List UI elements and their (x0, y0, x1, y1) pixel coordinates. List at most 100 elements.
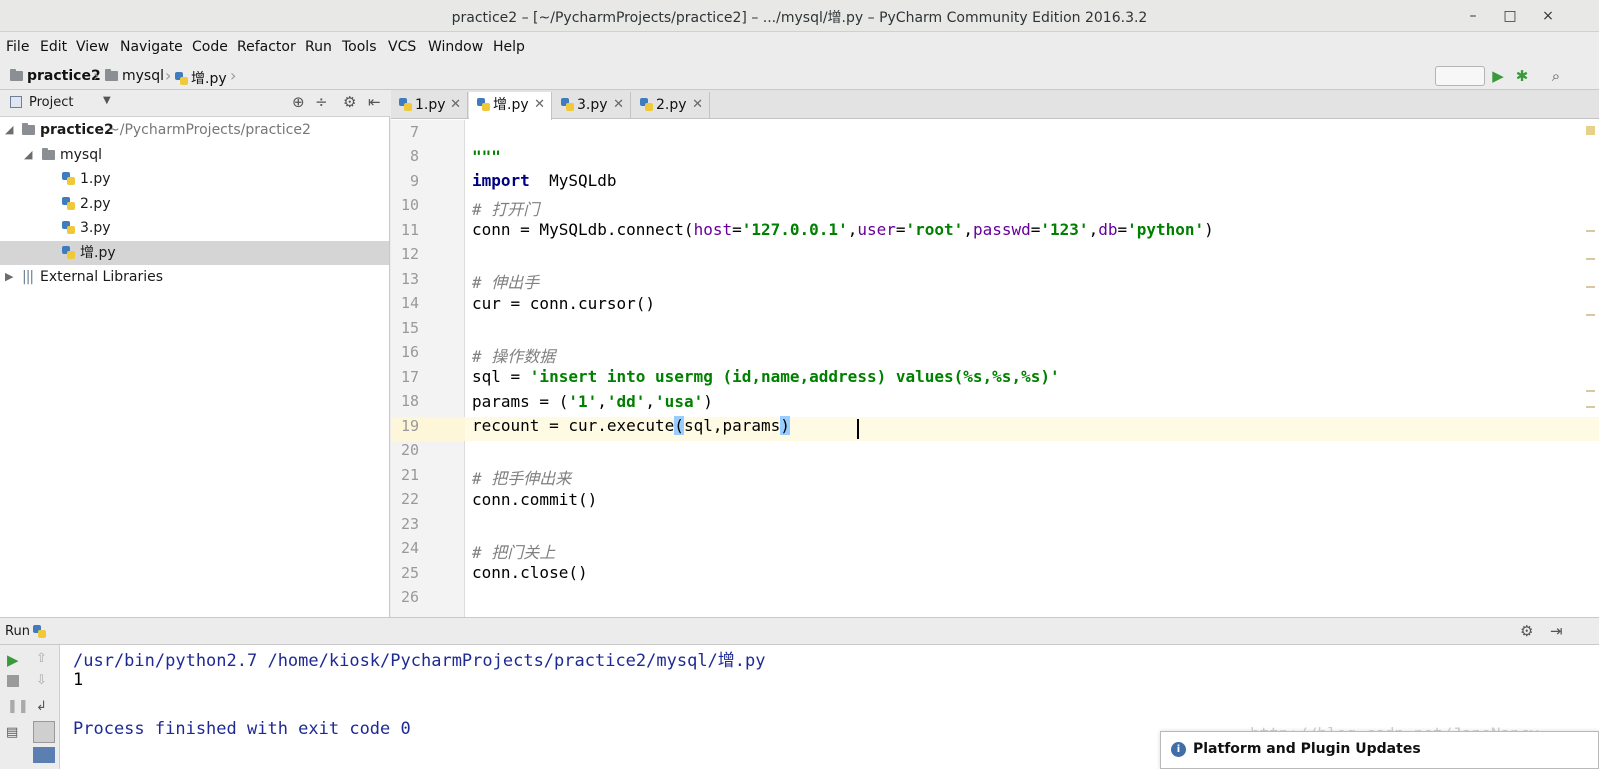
project-panel-header: Project ▼ ⊕ ÷ ⚙ ⇤ (0, 90, 390, 117)
tab-label: 增.py (493, 97, 529, 113)
code-editor[interactable]: 1.py ✕ 增.py ✕ 3.py ✕ 2.py ✕ 7 8 9 10 11 12 1… (391, 90, 1599, 617)
close-icon[interactable]: ✕ (692, 92, 703, 118)
line-number: 25 (400, 564, 419, 582)
window-title: practice2 – [~/PycharmProjects/practice2… (451, 10, 1148, 26)
tree-root-label: practice2 (40, 122, 114, 138)
soft-wrap-icon[interactable]: ↲ (36, 699, 47, 714)
chevron-down-icon[interactable]: ◢ (24, 143, 32, 167)
close-button[interactable]: × (1537, 5, 1559, 27)
line-number: 7 (409, 123, 419, 141)
breadcrumb-folder[interactable]: mysql (105, 68, 164, 84)
run-configuration-select[interactable] (1435, 66, 1485, 86)
line-number: 20 (400, 441, 419, 459)
inspection-status-icon[interactable] (1586, 126, 1595, 135)
tree-item-file[interactable]: 1.py (0, 167, 389, 191)
close-icon[interactable]: ✕ (613, 92, 624, 118)
down-arrow-icon[interactable]: ⇩ (36, 673, 47, 688)
tab-label: 1.py (415, 97, 446, 113)
menu-window[interactable]: Window (428, 39, 483, 55)
hide-panel-icon[interactable]: ⇥ (1550, 622, 1563, 640)
error-stripe-mark[interactable] (1586, 390, 1595, 392)
error-stripe-mark[interactable] (1586, 258, 1595, 260)
tree-item-project-root[interactable]: ◢ practice2 ~/PycharmProjects/practice2 (0, 118, 389, 142)
stop-icon[interactable] (7, 675, 19, 687)
close-icon[interactable]: ✕ (450, 92, 461, 118)
tree-item-file-selected[interactable]: 增.py (0, 241, 389, 265)
python-file-icon (561, 98, 574, 111)
code-line-25: conn.close() (472, 563, 588, 582)
tree-item-file[interactable]: 2.py (0, 192, 389, 216)
python-file-icon (62, 197, 75, 210)
line-number-gutter: 7 8 9 10 11 12 13 14 15 16 17 18 19 20 2… (391, 120, 465, 617)
breadcrumb-project[interactable]: practice2 (10, 68, 101, 84)
clear-icon[interactable] (33, 747, 55, 763)
menu-tools[interactable]: Tools (342, 39, 377, 55)
python-file-icon (399, 98, 412, 111)
code-text: conn = MySQLdb.connect( (472, 220, 694, 239)
menu-edit[interactable]: Edit (40, 39, 67, 55)
run-label[interactable]: Run (5, 624, 30, 639)
line-number: 15 (400, 319, 419, 337)
menu-run[interactable]: Run (305, 39, 332, 55)
menu-help[interactable]: Help (493, 39, 525, 55)
kwarg: host (693, 220, 733, 239)
breadcrumb-file[interactable]: 增.py (175, 68, 227, 88)
hide-panel-icon[interactable]: ⇤ (368, 93, 381, 111)
close-icon[interactable]: ✕ (534, 92, 545, 118)
run-tool-window-header: Run ⚙ ⇥ (0, 617, 1599, 645)
pause-icon[interactable]: ❚❚ (7, 699, 29, 714)
run-command: /usr/bin/python2.7 /home/kiosk/PycharmPr… (73, 651, 766, 671)
tree-file-label: 增.py (80, 245, 116, 261)
chevron-down-icon[interactable]: ▼ (103, 95, 111, 106)
rerun-icon[interactable]: ▶ (7, 651, 19, 669)
tree-item-external-libraries[interactable]: ▶ ||| External Libraries (0, 265, 389, 289)
up-arrow-icon[interactable]: ⇧ (36, 651, 47, 666)
breadcrumb-project-label: practice2 (27, 68, 101, 84)
line-number: 23 (400, 515, 419, 533)
print-icon[interactable] (33, 721, 55, 743)
gear-icon[interactable]: ⚙ (1520, 622, 1533, 640)
minimize-button[interactable]: – (1462, 5, 1484, 27)
info-icon: i (1171, 742, 1186, 757)
line-number: 18 (400, 392, 419, 410)
tab-2-py[interactable]: 2.py ✕ (632, 92, 710, 119)
line-number: 17 (400, 368, 419, 386)
code-line-18: params = ('1','dd','usa') (472, 392, 713, 411)
tab-3-py[interactable]: 3.py ✕ (553, 92, 631, 119)
chevron-right-icon[interactable]: ▶ (5, 265, 13, 289)
chevron-down-icon[interactable]: ◢ (5, 118, 13, 142)
error-stripe-mark[interactable] (1586, 286, 1595, 288)
line-number: 9 (409, 172, 419, 190)
error-stripe-mark[interactable] (1586, 230, 1595, 232)
chevron-right-icon: › (230, 66, 237, 85)
project-panel-title[interactable]: Project (29, 95, 73, 110)
menu-view[interactable]: View (76, 39, 109, 55)
menu-navigate[interactable]: Navigate (120, 39, 183, 55)
code-line-14: cur = conn.cursor() (472, 294, 656, 313)
search-icon[interactable]: ⌕ (1546, 66, 1566, 86)
layout-icon[interactable]: ▤ (6, 725, 18, 740)
error-stripe-mark[interactable] (1586, 406, 1595, 408)
tab-1-py[interactable]: 1.py ✕ (391, 92, 468, 119)
run-icon[interactable]: ▶ (1488, 66, 1508, 86)
docstring-quote: """ (472, 147, 501, 166)
tree-root-path: ~/PycharmProjects/practice2 (108, 122, 311, 138)
scroll-from-source-icon[interactable]: ⊕ (292, 93, 305, 111)
tab-zeng-py[interactable]: 增.py ✕ (469, 92, 552, 120)
menu-refactor[interactable]: Refactor (237, 39, 296, 55)
run-toolbar: ▶ ⇧ ⇩ ❚❚ ↲ ▤ (0, 645, 60, 769)
tree-item-file[interactable]: 3.py (0, 216, 389, 240)
notification-balloon[interactable]: i Platform and Plugin Updates (1160, 731, 1599, 769)
menu-file[interactable]: File (6, 39, 29, 55)
debug-icon[interactable]: ✱ (1512, 66, 1532, 86)
menu-vcs[interactable]: VCS (388, 39, 416, 55)
maximize-button[interactable]: □ (1499, 5, 1521, 27)
tree-file-label: 1.py (80, 171, 111, 187)
menu-code[interactable]: Code (192, 39, 228, 55)
error-stripe-mark[interactable] (1586, 314, 1595, 316)
gear-icon[interactable]: ⚙ (343, 93, 356, 111)
collapse-all-icon[interactable]: ÷ (315, 93, 328, 111)
chevron-right-icon: › (165, 66, 172, 85)
tree-item-mysql[interactable]: ◢ mysql (0, 143, 389, 167)
string: 'usa' (655, 392, 704, 411)
